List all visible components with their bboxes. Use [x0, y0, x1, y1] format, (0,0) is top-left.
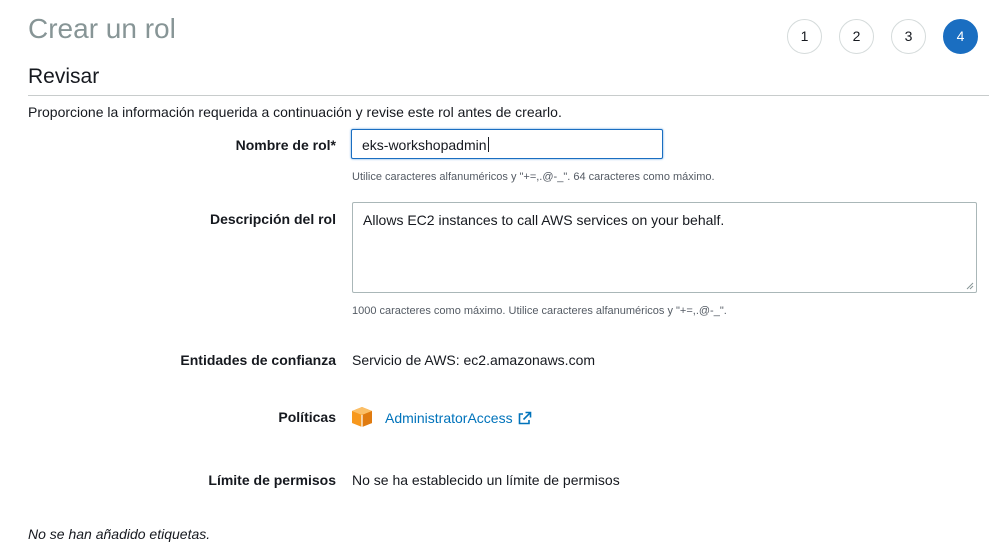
trusted-entities-value: Servicio de AWS: ec2.amazonaws.com — [352, 352, 596, 368]
divider — [28, 95, 989, 96]
permissions-boundary-label: Límite de permisos — [208, 472, 336, 488]
step-4[interactable]: 4 — [943, 19, 978, 54]
section-title: Revisar — [28, 65, 100, 88]
step-1[interactable]: 1 — [787, 19, 822, 54]
policy-link-administratoraccess[interactable]: AdministratorAccess — [385, 410, 513, 426]
aws-managed-policy-icon — [352, 407, 372, 427]
role-name-value: eks-workshopadmin — [362, 137, 487, 153]
step-3[interactable]: 3 — [891, 19, 926, 54]
role-name-hint: Utilice caracteres alfanuméricos y "+=,.… — [352, 171, 715, 183]
page-title: Crear un rol — [28, 13, 176, 44]
role-name-label: Nombre de rol* — [235, 137, 336, 153]
role-description-hint: 1000 caracteres como máximo. Utilice car… — [352, 305, 727, 317]
tags-note: No se han añadido etiquetas. — [28, 526, 211, 542]
role-name-input[interactable]: eks-workshopadmin — [351, 129, 663, 159]
role-description-textarea[interactable]: Allows EC2 instances to call AWS service… — [352, 202, 977, 293]
permissions-boundary-value: No se ha establecido un límite de permis… — [352, 472, 620, 488]
trusted-entities-label: Entidades de confianza — [180, 352, 336, 368]
intro-text: Proporcione la información requerida a c… — [28, 104, 562, 120]
role-description-label: Descripción del rol — [209, 211, 336, 227]
text-cursor — [487, 137, 489, 152]
policies-label: Políticas — [278, 409, 336, 425]
step-2[interactable]: 2 — [839, 19, 874, 54]
resize-handle-icon[interactable] — [966, 282, 974, 290]
role-description-value: Allows EC2 instances to call AWS service… — [363, 212, 725, 228]
external-link-icon[interactable] — [517, 411, 532, 426]
